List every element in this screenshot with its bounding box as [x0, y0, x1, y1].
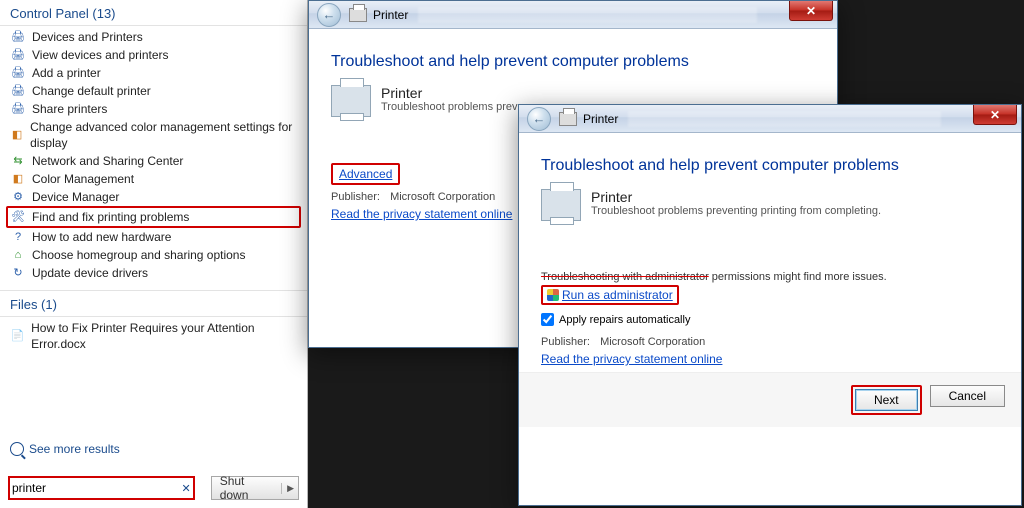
admin-permissions-note: Troubleshooting with administrator permi…	[541, 271, 999, 283]
result-find-fix-printing[interactable]: 🛠Find and fix printing problems	[6, 206, 301, 228]
printer-subtext: Troubleshoot problems preventing printin…	[591, 205, 881, 217]
printer-icon: 🖨	[10, 65, 26, 81]
publisher-label: Publisher:	[331, 191, 387, 203]
files-header: Files (1)	[0, 290, 307, 317]
result-color-mgmt-display[interactable]: ◧Change advanced color management settin…	[6, 118, 301, 152]
network-icon: ⇆	[10, 153, 26, 169]
window-title: Printer	[583, 112, 618, 126]
advanced-link[interactable]: Advanced	[331, 163, 400, 185]
printer-icon	[559, 112, 577, 126]
troubleshoot-heading: Troubleshoot and help prevent computer p…	[541, 157, 999, 175]
apply-repairs-checkbox[interactable]: Apply repairs automatically	[541, 313, 999, 326]
result-view-devices[interactable]: 🖨View devices and printers	[6, 46, 301, 64]
printer-large-icon	[541, 189, 581, 221]
result-devices-and-printers[interactable]: 🖨Devices and Printers	[6, 28, 301, 46]
color-icon: ◧	[10, 171, 26, 187]
result-add-printer[interactable]: 🖨Add a printer	[6, 64, 301, 82]
printer-subtext: Troubleshoot problems preve	[381, 101, 524, 113]
titlebar-blur	[418, 7, 757, 23]
titlebar-blur	[628, 111, 941, 127]
close-button[interactable]: ✕	[789, 1, 833, 21]
printer-icon: 🖨	[10, 83, 26, 99]
result-add-hardware[interactable]: ?How to add new hardware	[6, 228, 301, 246]
titlebar[interactable]: ← Printer ✕	[519, 105, 1021, 133]
window-title: Printer	[373, 8, 408, 22]
printer-title: Printer	[591, 189, 881, 205]
printer-icon: 🖨	[10, 29, 26, 45]
privacy-link[interactable]: Read the privacy statement online	[541, 352, 722, 366]
cancel-button[interactable]: Cancel	[930, 385, 1005, 407]
word-icon: 📄	[10, 328, 25, 344]
publisher-value: Microsoft Corporation	[600, 336, 705, 348]
publisher-label: Publisher:	[541, 336, 597, 348]
result-color-management[interactable]: ◧Color Management	[6, 170, 301, 188]
printer-icon: 🖨	[10, 101, 26, 117]
troubleshoot-heading: Troubleshoot and help prevent computer p…	[331, 53, 815, 71]
see-more-results[interactable]: See more results	[10, 442, 120, 456]
search-icon	[10, 442, 24, 456]
troubleshooter-window-advanced: ← Printer ✕ Troubleshoot and help preven…	[518, 104, 1022, 506]
start-search-panel: Control Panel (13) 🖨Devices and Printers…	[0, 0, 308, 508]
control-panel-results: 🖨Devices and Printers 🖨View devices and …	[0, 26, 307, 284]
next-button[interactable]: Next	[855, 389, 918, 411]
result-update-drivers[interactable]: ↻Update device drivers	[6, 264, 301, 282]
result-file-docx[interactable]: 📄How to Fix Printer Requires your Attent…	[6, 319, 301, 353]
dialog-buttons: Next Cancel	[519, 372, 1021, 427]
result-device-manager[interactable]: ⚙Device Manager	[6, 188, 301, 206]
back-icon[interactable]: ←	[527, 107, 551, 131]
printer-large-icon	[331, 85, 371, 117]
search-box[interactable]: ✕	[8, 476, 195, 500]
publisher-value: Microsoft Corporation	[390, 191, 495, 203]
control-panel-header: Control Panel (13)	[0, 0, 307, 26]
printer-title: Printer	[381, 85, 524, 101]
printer-icon	[349, 8, 367, 22]
printer-icon: 🖨	[10, 47, 26, 63]
search-input[interactable]	[10, 480, 179, 496]
help-icon: ?	[10, 229, 26, 245]
back-icon[interactable]: ←	[317, 3, 341, 27]
shield-icon	[547, 289, 559, 301]
troubleshoot-icon: 🛠	[10, 209, 26, 225]
homegroup-icon: ⌂	[10, 247, 26, 263]
privacy-link[interactable]: Read the privacy statement online	[331, 207, 512, 221]
apply-repairs-input[interactable]	[541, 313, 554, 326]
shutdown-button[interactable]: Shut down ▶	[211, 476, 299, 500]
clear-search-icon[interactable]: ✕	[179, 482, 192, 495]
color-icon: ◧	[10, 127, 24, 143]
result-change-default[interactable]: 🖨Change default printer	[6, 82, 301, 100]
titlebar[interactable]: ← Printer ✕	[309, 1, 837, 29]
shutdown-arrow-icon[interactable]: ▶	[281, 483, 294, 494]
run-as-admin-link[interactable]: Run as administrator	[562, 288, 673, 302]
update-icon: ↻	[10, 265, 26, 281]
result-homegroup[interactable]: ⌂Choose homegroup and sharing options	[6, 246, 301, 264]
result-network-sharing[interactable]: ⇆Network and Sharing Center	[6, 152, 301, 170]
result-share-printers[interactable]: 🖨Share printers	[6, 100, 301, 118]
close-button[interactable]: ✕	[973, 105, 1017, 125]
device-icon: ⚙	[10, 189, 26, 205]
